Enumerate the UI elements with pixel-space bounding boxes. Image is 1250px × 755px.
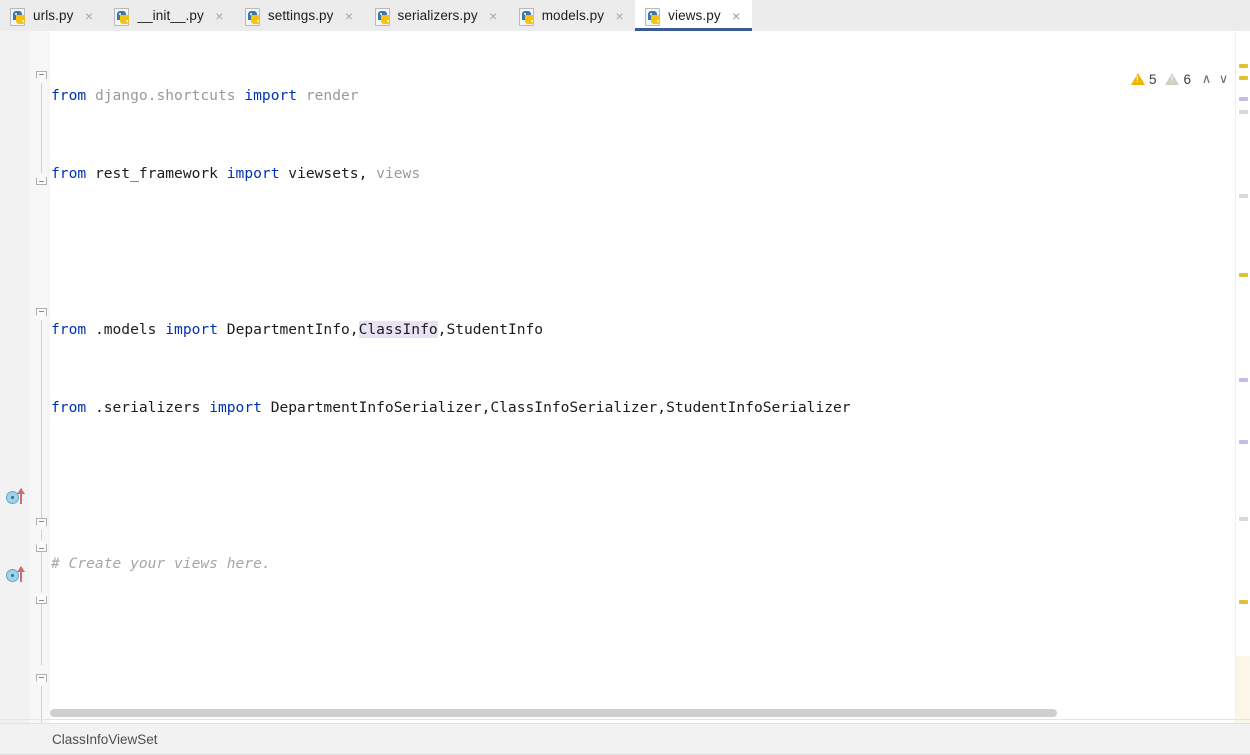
tab-serializers-py[interactable]: serializers.py × xyxy=(365,0,509,31)
warning-triangle-icon xyxy=(1130,73,1145,85)
code-editor[interactable]: from django.shortcuts import render from… xyxy=(0,31,1250,754)
python-file-icon xyxy=(10,7,26,26)
python-file-icon xyxy=(244,7,261,26)
code-line[interactable]: from .models import DepartmentInfo,Class… xyxy=(50,317,1236,343)
fold-end-icon[interactable] xyxy=(35,591,47,607)
close-icon[interactable]: × xyxy=(730,9,743,23)
close-icon[interactable]: × xyxy=(213,9,226,23)
close-icon[interactable]: × xyxy=(613,9,626,23)
fold-end-icon[interactable] xyxy=(35,172,47,188)
python-file-icon xyxy=(374,7,391,26)
tab-label: serializers.py xyxy=(397,8,478,23)
error-stripe-marker-bar[interactable] xyxy=(1235,31,1250,723)
tab-label: urls.py xyxy=(33,8,74,23)
tab-label: views.py xyxy=(668,8,721,23)
weak-warning-count: 6 xyxy=(1183,71,1191,87)
pycharm-editor-window: urls.py × __init__.py × settings.py × se… xyxy=(0,0,1250,755)
code-line[interactable] xyxy=(50,239,1236,265)
editor-gutter[interactable] xyxy=(0,31,30,723)
code-line[interactable] xyxy=(50,473,1236,499)
stripe-marker-usage[interactable] xyxy=(1239,378,1248,382)
vertical-scrollbar-thumb[interactable] xyxy=(1236,656,1250,723)
close-icon[interactable]: × xyxy=(487,9,500,23)
python-file-icon xyxy=(518,7,535,26)
stripe-marker-usage[interactable] xyxy=(1239,97,1248,101)
breadcrumb-status-bar: ClassInfoViewSet xyxy=(0,723,1250,755)
tab-settings-py[interactable]: settings.py × xyxy=(235,0,365,31)
fold-collapse-icon[interactable] xyxy=(35,71,47,84)
tab-init-py[interactable]: __init__.py × xyxy=(104,0,234,31)
editor-bottom-divider xyxy=(0,719,1250,720)
stripe-marker-warning[interactable] xyxy=(1239,64,1248,68)
code-line[interactable]: from rest_framework import viewsets, vie… xyxy=(50,161,1236,187)
stripe-marker-info[interactable] xyxy=(1239,517,1248,521)
tab-label: models.py xyxy=(541,8,605,23)
fold-collapse-icon[interactable] xyxy=(35,308,47,321)
warning-count: 5 xyxy=(1148,71,1157,87)
python-file-icon xyxy=(645,7,661,26)
tab-label: __init__.py xyxy=(137,8,204,23)
stripe-marker-warning[interactable] xyxy=(1239,273,1248,277)
stripe-marker-warning[interactable] xyxy=(1239,76,1248,80)
close-icon[interactable]: × xyxy=(343,9,356,23)
code-line[interactable]: from .serializers import DepartmentInfoS… xyxy=(50,395,1236,421)
stripe-marker-usage[interactable] xyxy=(1239,440,1248,444)
editor-tab-bar: urls.py × __init__.py × settings.py × se… xyxy=(0,0,1250,32)
stripe-marker-info[interactable] xyxy=(1239,110,1248,114)
fold-collapse-icon[interactable] xyxy=(35,674,47,687)
tab-views-py[interactable]: views.py × xyxy=(635,0,752,31)
implementing-method-icon[interactable] xyxy=(6,487,28,507)
python-file-icon xyxy=(114,7,130,26)
close-icon[interactable]: × xyxy=(82,9,95,23)
code-folding-strip[interactable] xyxy=(30,31,51,723)
tab-models-py[interactable]: models.py × xyxy=(509,0,635,31)
fold-collapse-icon[interactable] xyxy=(35,518,47,531)
horizontal-scrollbar[interactable] xyxy=(50,708,1232,718)
inspection-widget[interactable]: 5 6 ∧ ∨ xyxy=(1128,70,1232,88)
stripe-marker-warning[interactable] xyxy=(1239,600,1248,604)
previous-problem-icon[interactable]: ∧ xyxy=(1200,71,1213,87)
implementing-method-icon[interactable] xyxy=(6,565,28,585)
stripe-marker-info[interactable] xyxy=(1239,194,1248,198)
breadcrumb[interactable]: ClassInfoViewSet xyxy=(52,732,158,747)
code-line[interactable] xyxy=(50,629,1236,655)
code-text-area[interactable]: from django.shortcuts import render from… xyxy=(50,31,1236,723)
horizontal-scrollbar-thumb[interactable] xyxy=(50,709,1057,717)
code-line[interactable]: # Create your views here. xyxy=(50,551,1236,577)
fold-end-icon[interactable] xyxy=(35,539,47,555)
code-line[interactable]: from django.shortcuts import render xyxy=(50,83,1236,109)
tab-label: settings.py xyxy=(267,8,334,23)
weak-warning-triangle-icon xyxy=(1165,73,1180,85)
tab-urls-py[interactable]: urls.py × xyxy=(0,0,104,31)
next-problem-icon[interactable]: ∨ xyxy=(1217,71,1230,87)
